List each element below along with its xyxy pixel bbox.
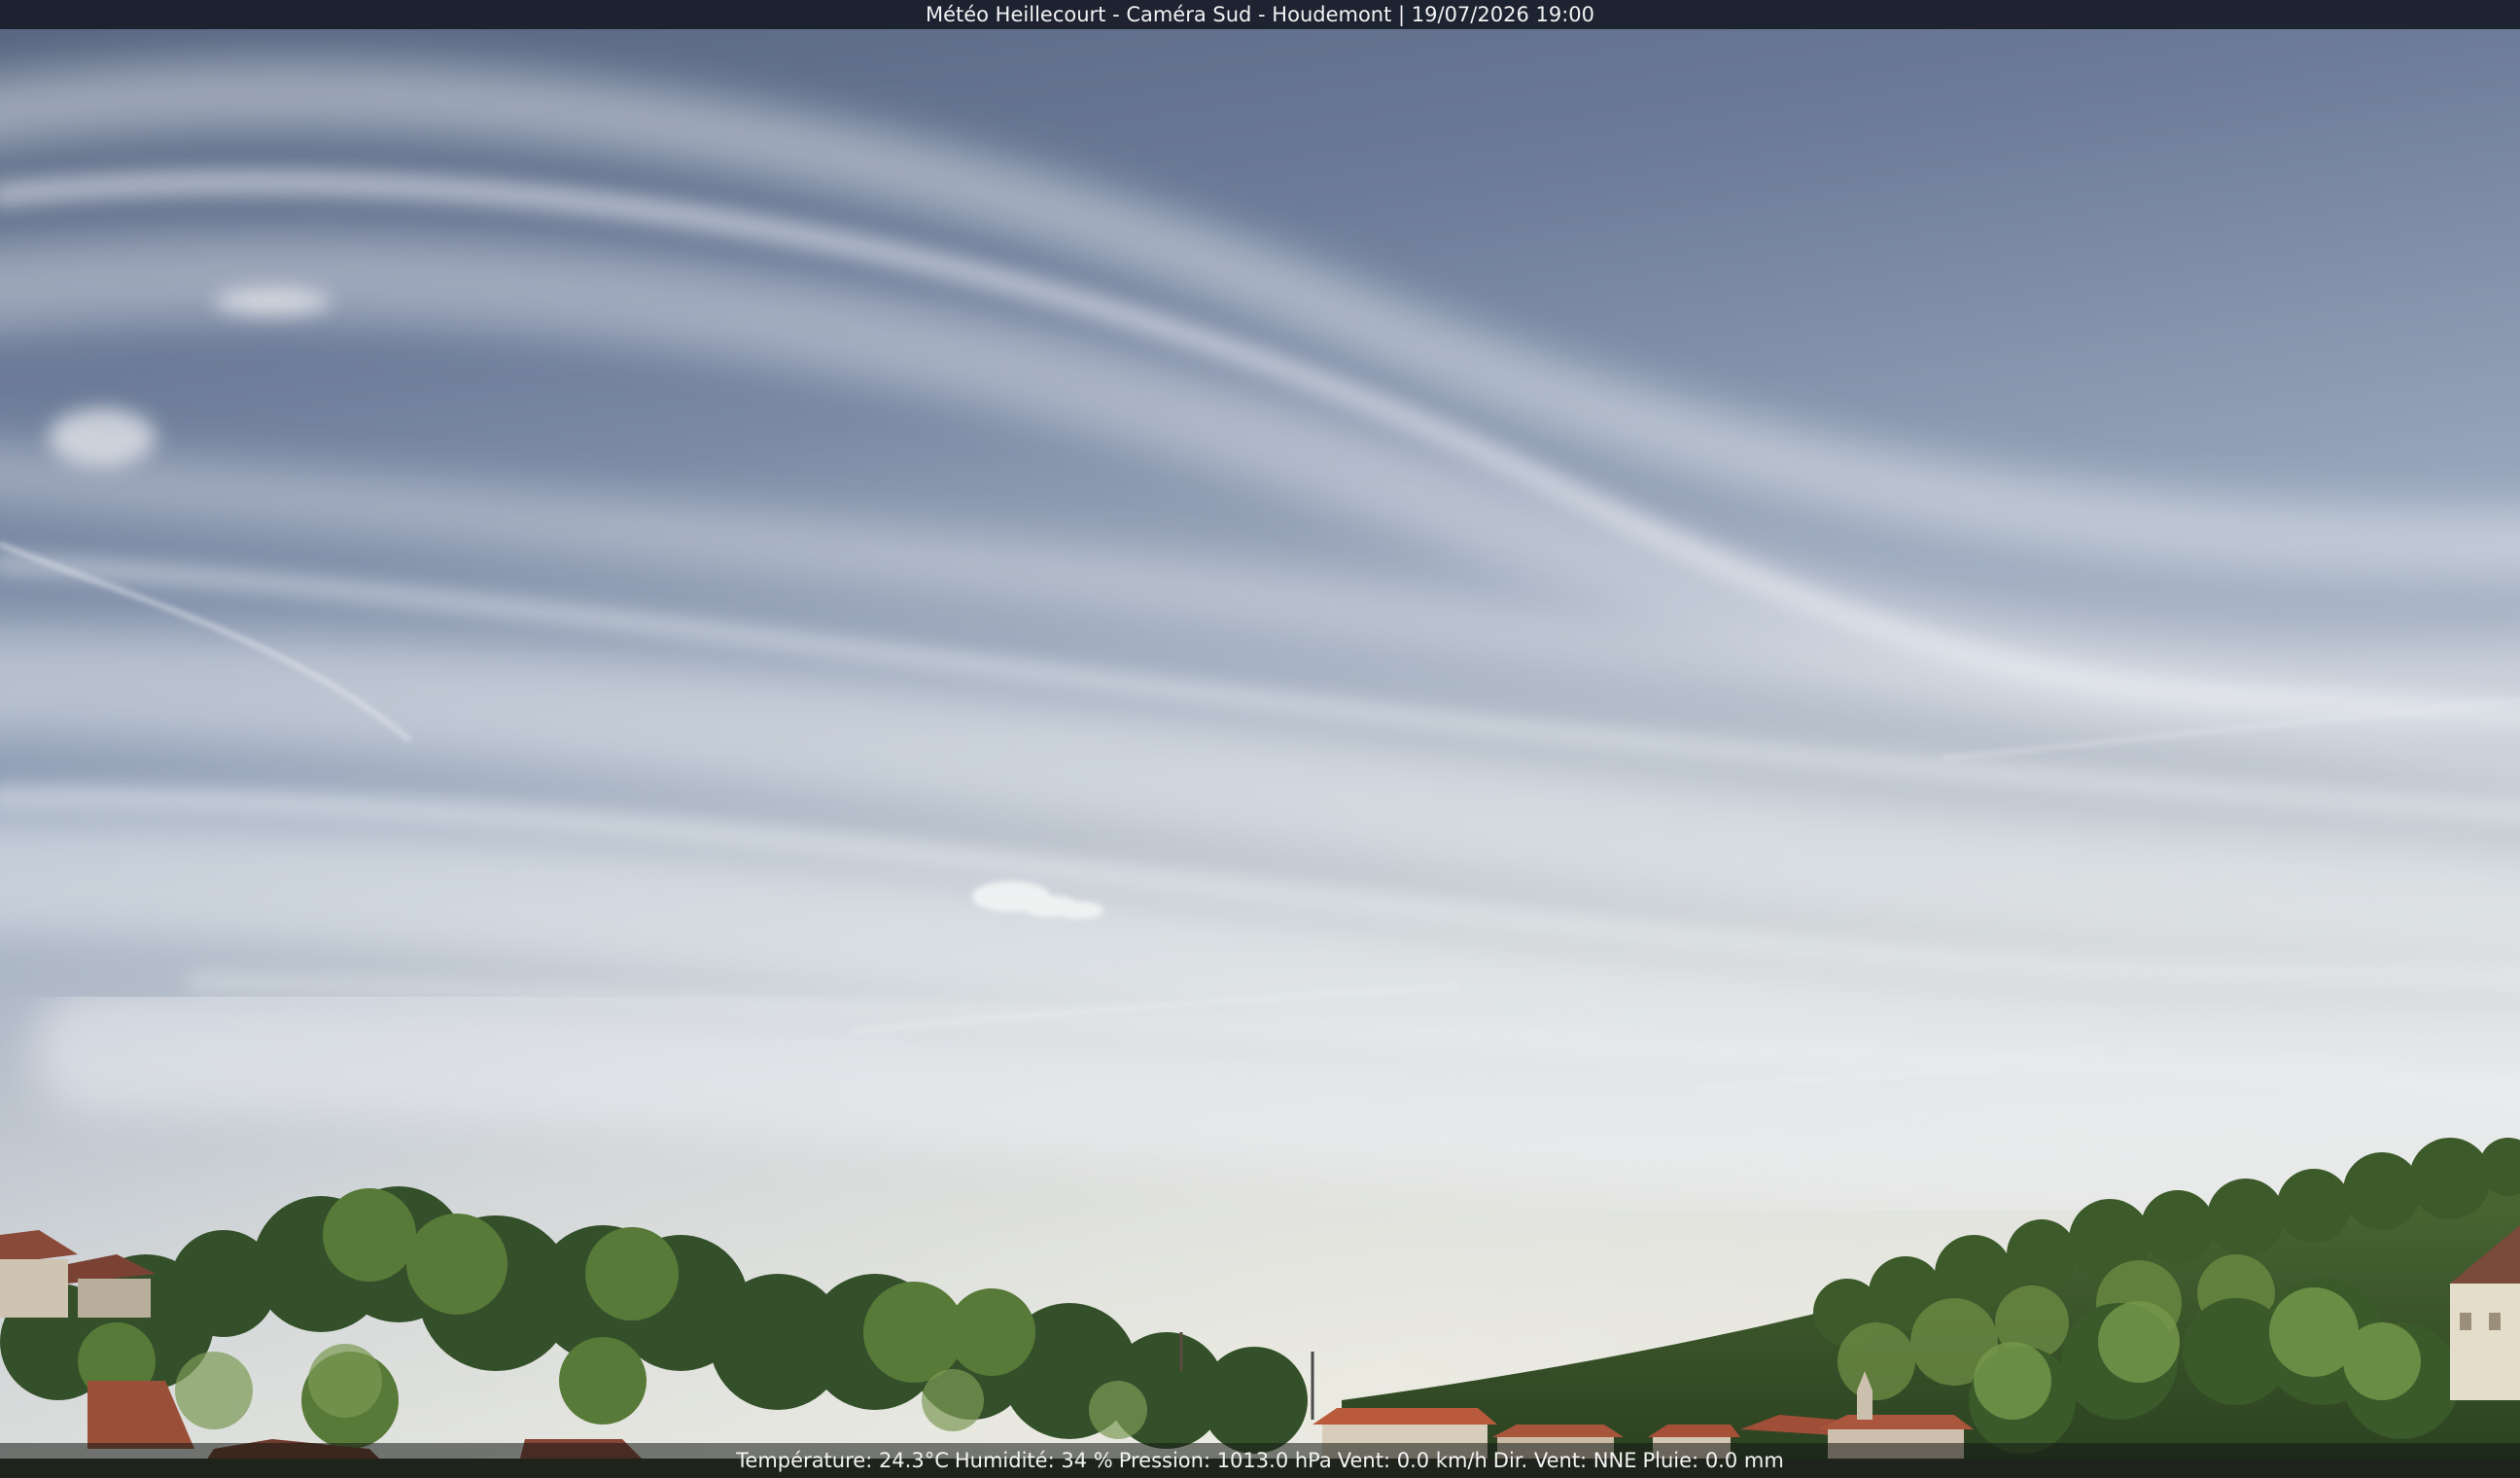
webcam-frame: Météo Heillecourt - Caméra Sud - Houdemo…	[0, 0, 2520, 1478]
pressure-readout: Pression: 1013.0 hPa	[1118, 1449, 1332, 1472]
sky-landscape-photo	[0, 0, 2520, 1478]
rain-readout: Pluie: 0.0 mm	[1642, 1449, 1784, 1472]
wind-direction-readout: Dir. Vent: NNE	[1492, 1449, 1637, 1472]
humidity-readout: Humidité: 34 %	[954, 1449, 1113, 1472]
camera-title-bar: Météo Heillecourt - Caméra Sud - Houdemo…	[0, 0, 2520, 29]
temperature-readout: Température: 24.3°C	[736, 1449, 949, 1472]
weather-data-bar: Température: 24.3°C Humidité: 34 % Press…	[0, 1443, 2520, 1478]
wind-speed-readout: Vent: 0.0 km/h	[1337, 1449, 1488, 1472]
camera-title: Météo Heillecourt - Caméra Sud - Houdemo…	[925, 3, 1595, 26]
